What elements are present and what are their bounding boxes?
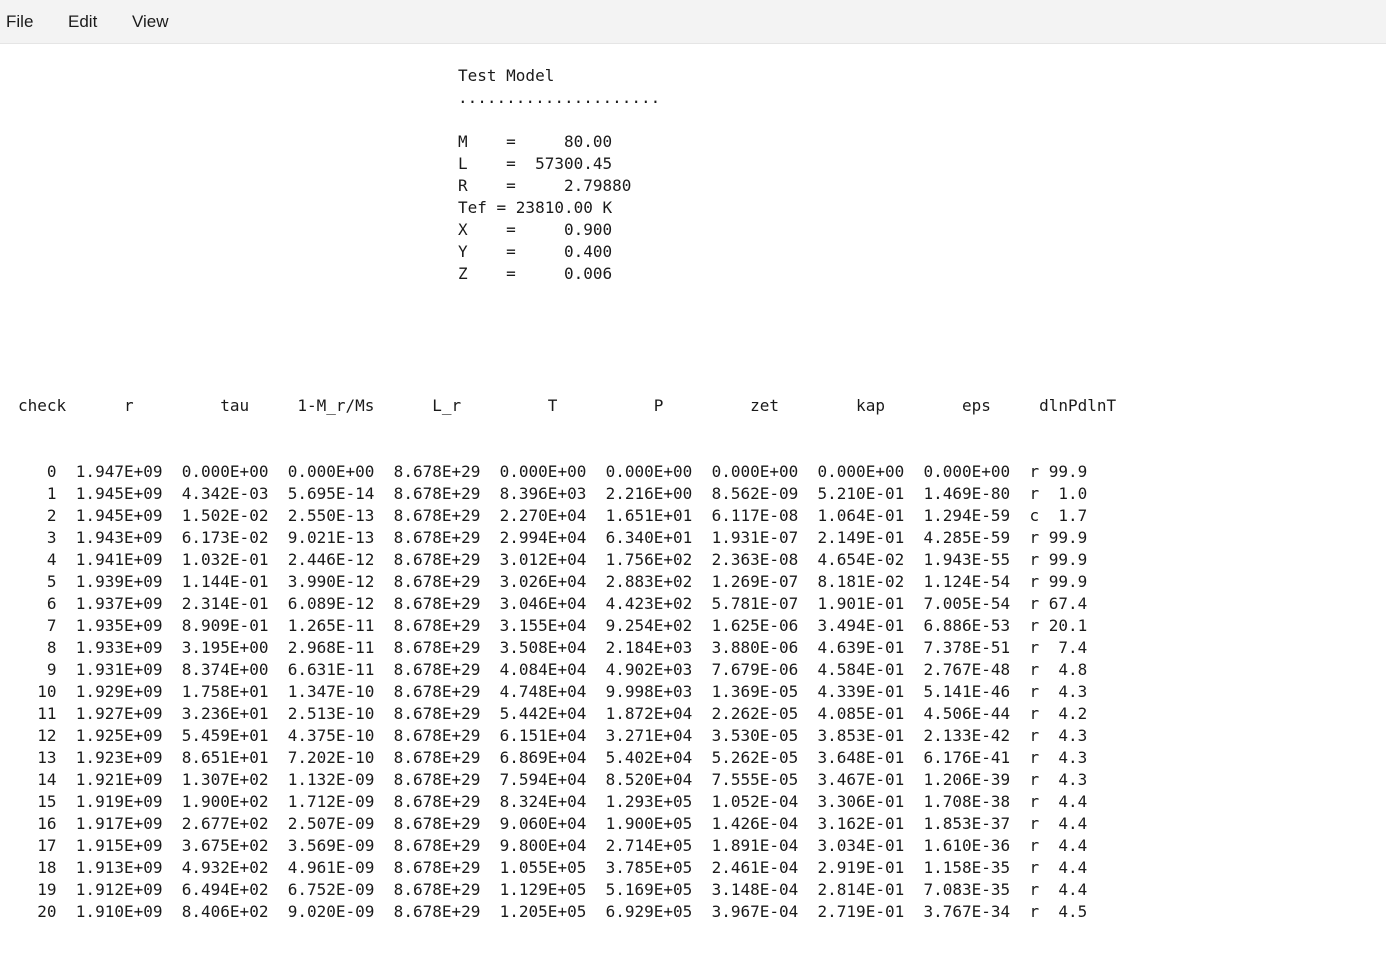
menu-bar: File Edit View bbox=[0, 0, 1386, 44]
table-row: 8 1.933E+09 3.195E+00 2.968E-11 8.678E+2… bbox=[18, 638, 1088, 657]
table-row: 15 1.919E+09 1.900E+02 1.712E-09 8.678E+… bbox=[18, 792, 1088, 811]
header-line: Tef = 23810.00 K bbox=[458, 198, 613, 217]
header-line: Y = 0.400 bbox=[458, 242, 613, 261]
table-row: 12 1.925E+09 5.459E+01 4.375E-10 8.678E+… bbox=[18, 726, 1088, 745]
table-row: 4 1.941E+09 1.032E-01 2.446E-12 8.678E+2… bbox=[18, 550, 1088, 569]
table-row: 0 1.947E+09 0.000E+00 0.000E+00 8.678E+2… bbox=[18, 462, 1088, 481]
header-line: L = 57300.45 bbox=[458, 154, 613, 173]
header-line: M = 80.00 bbox=[458, 132, 613, 151]
table-row: 11 1.927E+09 3.236E+01 2.513E-10 8.678E+… bbox=[18, 704, 1088, 723]
menu-edit[interactable]: Edit bbox=[68, 10, 97, 34]
header-line bbox=[458, 109, 660, 131]
model-header-block: Test Model..................... M = 80.00… bbox=[458, 65, 660, 285]
header-line: X = 0.900 bbox=[458, 220, 613, 239]
table-rows: 0 1.947E+09 0.000E+00 0.000E+00 8.678E+2… bbox=[18, 461, 1116, 923]
table-row: 1 1.945E+09 4.342E-03 5.695E-14 8.678E+2… bbox=[18, 484, 1088, 503]
header-line: R = 2.79880 bbox=[458, 176, 632, 195]
table-row: 14 1.921E+09 1.307E+02 1.132E-09 8.678E+… bbox=[18, 770, 1088, 789]
table-row: 17 1.915E+09 3.675E+02 3.569E-09 8.678E+… bbox=[18, 836, 1088, 855]
table-header: check r tau 1-M_r/Ms L_r T P zet kap eps… bbox=[18, 396, 1117, 415]
header-line: Test Model bbox=[458, 66, 555, 85]
table-row: 19 1.912E+09 6.494E+02 6.752E-09 8.678E+… bbox=[18, 880, 1088, 899]
menu-file[interactable]: File bbox=[6, 10, 33, 34]
table-row: 13 1.923E+09 8.651E+01 7.202E-10 8.678E+… bbox=[18, 748, 1088, 767]
table-row: 9 1.931E+09 8.374E+00 6.631E-11 8.678E+2… bbox=[18, 660, 1088, 679]
text-editor-area[interactable]: Test Model..................... M = 80.00… bbox=[0, 45, 1386, 921]
table-row: 2 1.945E+09 1.502E-02 2.550E-13 8.678E+2… bbox=[18, 506, 1088, 525]
table-row: 16 1.917E+09 2.677E+02 2.507E-09 8.678E+… bbox=[18, 814, 1088, 833]
table-row: 5 1.939E+09 1.144E-01 3.990E-12 8.678E+2… bbox=[18, 572, 1088, 591]
header-line: Z = 0.006 bbox=[458, 264, 613, 283]
menu-view[interactable]: View bbox=[132, 10, 169, 34]
table-row: 20 1.910E+09 8.406E+02 9.020E-09 8.678E+… bbox=[18, 902, 1088, 921]
table-row: 3 1.943E+09 6.173E-02 9.021E-13 8.678E+2… bbox=[18, 528, 1088, 547]
header-line: ..................... bbox=[458, 88, 661, 107]
table-row: 7 1.935E+09 8.909E-01 1.265E-11 8.678E+2… bbox=[18, 616, 1088, 635]
data-table: check r tau 1-M_r/Ms L_r T P zet kap eps… bbox=[18, 351, 1116, 967]
table-row: 10 1.929E+09 1.758E+01 1.347E-10 8.678E+… bbox=[18, 682, 1088, 701]
table-row: 18 1.913E+09 4.932E+02 4.961E-09 8.678E+… bbox=[18, 858, 1088, 877]
table-row: 6 1.937E+09 2.314E-01 6.089E-12 8.678E+2… bbox=[18, 594, 1088, 613]
